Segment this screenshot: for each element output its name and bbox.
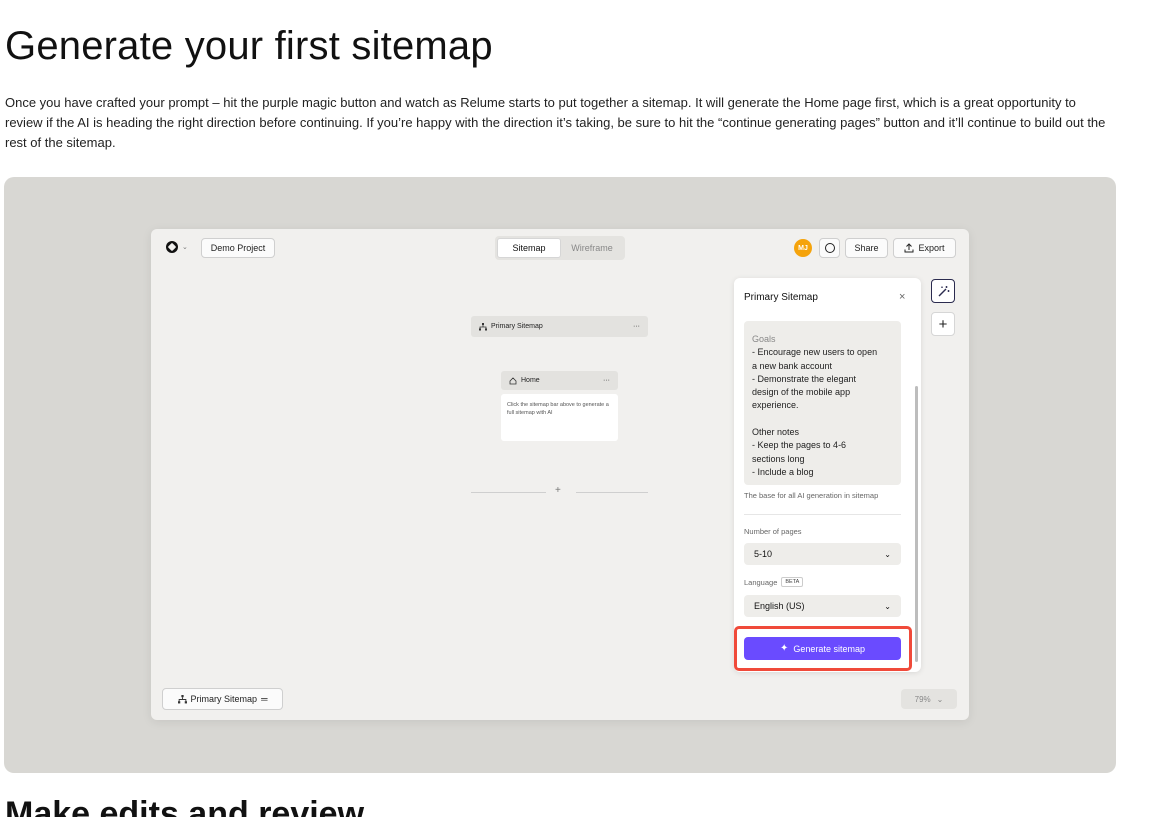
pages-value: 5-10 — [754, 549, 773, 559]
sitemap-node-title: Primary Sitemap — [479, 322, 543, 331]
prompt-line: design of the mobile app — [752, 387, 851, 398]
zoom-value: 79% — [914, 694, 931, 704]
sitemap-settings-panel: Primary Sitemap × Goals - Encourage new … — [734, 278, 921, 672]
close-icon[interactable]: × — [899, 291, 905, 303]
prompt-line: - Keep the pages to 4-6 — [752, 440, 847, 451]
tab-sitemap[interactable]: Sitemap — [497, 238, 561, 258]
sitemap-switcher-label: Primary Sitemap — [190, 694, 258, 704]
prompt-line: Goals — [752, 334, 776, 344]
project-name-button[interactable]: Demo Project — [201, 238, 275, 258]
sitemap-node-menu[interactable]: ··· — [633, 323, 640, 330]
relume-app-window: ⌄ Demo Project Sitemap Wireframe MJ Shar… — [151, 229, 969, 720]
home-node-menu[interactable]: ··· — [603, 377, 610, 384]
relume-logo-icon — [166, 241, 178, 253]
language-label: Language — [744, 577, 778, 587]
next-section-heading: Make edits and review — [5, 795, 365, 817]
prompt-line: - Encourage new users to open — [752, 347, 878, 358]
sitemap-icon — [479, 322, 487, 330]
chevron-down-icon: ⌄ — [884, 549, 891, 559]
prompt-line: - Demonstrate the elegant — [752, 373, 857, 384]
magic-wand-icon — [938, 285, 949, 296]
avatar[interactable]: MJ — [794, 239, 812, 257]
upload-icon — [904, 243, 914, 253]
share-button[interactable]: Share — [845, 238, 888, 258]
panel-scrollbar[interactable] — [915, 386, 918, 662]
export-label: Export — [918, 243, 945, 253]
pages-label: Number of pages — [744, 527, 802, 536]
language-select[interactable]: English (US) ⌄ — [744, 595, 901, 617]
panel-title: Primary Sitemap — [744, 292, 818, 303]
sitemap-node[interactable]: Primary Sitemap ··· — [471, 316, 648, 337]
sitemap-icon — [177, 694, 187, 703]
home-node-title: Home — [509, 376, 540, 385]
home-node[interactable]: Home ··· — [501, 371, 618, 390]
divider-line-left — [471, 492, 546, 493]
add-page-button[interactable]: + — [555, 485, 561, 496]
pages-select[interactable]: 5-10 ⌄ — [744, 543, 901, 565]
panel-divider — [744, 514, 901, 515]
view-toggle: Sitemap Wireframe — [495, 236, 625, 260]
generate-label: Generate sitemap — [793, 643, 865, 654]
prompt-line: a new bank account — [752, 360, 833, 371]
home-icon — [509, 376, 517, 384]
beta-badge: BETA — [781, 577, 804, 587]
prompt-line: sections long — [752, 453, 805, 464]
divider-line-right — [576, 492, 648, 493]
chevron-down-icon: ⌄ — [884, 601, 891, 611]
sitemap-node-label: Primary Sitemap — [491, 323, 543, 330]
comment-icon — [824, 243, 835, 253]
intro-paragraph: Once you have crafted your prompt – hit … — [5, 95, 1106, 150]
comment-button[interactable] — [819, 238, 840, 258]
chevron-down-icon: ⌄ — [936, 694, 944, 704]
home-card[interactable]: Click the sitemap bar above to generate … — [501, 394, 618, 441]
prompt-helper-text: The base for all AI generation in sitema… — [744, 491, 879, 500]
logo-menu-button[interactable]: ⌄ — [162, 237, 195, 257]
plus-icon[interactable]: + — [931, 312, 955, 336]
tab-wireframe[interactable]: Wireframe — [561, 238, 623, 258]
language-value: English (US) — [754, 601, 805, 611]
export-button[interactable]: Export — [893, 238, 956, 258]
sitemap-switcher-button[interactable]: Primary Sitemap ═ — [162, 688, 283, 710]
page-title: Generate your first sitemap — [5, 24, 493, 68]
prompt-line: experience. — [752, 400, 799, 411]
menu-icon: ═ — [261, 694, 268, 704]
zoom-control[interactable]: 79% ⌄ — [901, 689, 957, 709]
prompt-line: Other notes — [752, 427, 800, 438]
prompt-line — [752, 413, 893, 426]
prompt-textarea[interactable]: Goals - Encourage new users to open a ne… — [744, 321, 901, 485]
home-node-label: Home — [521, 377, 540, 384]
generate-sitemap-button[interactable]: ✦ Generate sitemap — [744, 637, 901, 660]
language-label-row: Language BETA — [744, 577, 804, 587]
prompt-line: - Include a blog — [752, 466, 814, 477]
magic-wand-button[interactable] — [931, 279, 955, 303]
sparkle-icon: ✦ — [780, 643, 789, 654]
chevron-down-icon: ⌄ — [182, 244, 188, 251]
